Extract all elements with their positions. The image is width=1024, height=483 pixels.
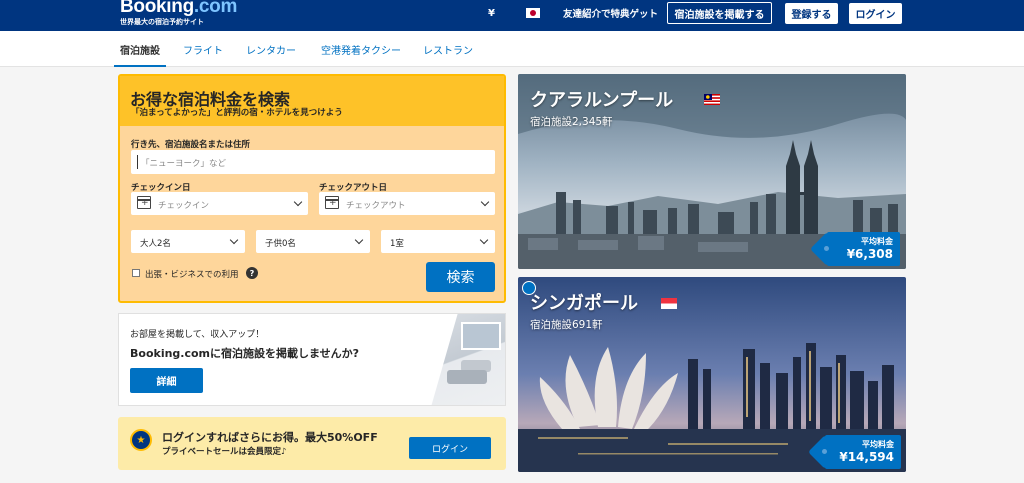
checkin-placeholder: チェックイン [158, 201, 210, 211]
destination-placeholder: 「ニューヨーク」など [141, 159, 227, 169]
rooms-value: 1室 [390, 239, 404, 249]
referral-link[interactable]: 友達紹介で特典ゲット [563, 6, 658, 20]
list-property-promo: お部屋を掲載して、収入アップ！ Booking.comに宿泊施設を掲載しませんか… [118, 313, 506, 406]
product-nav: 宿泊施設 フライト レンタカー 空港発着タクシー レストラン [0, 31, 1024, 67]
tab-car-rental[interactable]: レンタカー [246, 42, 296, 57]
destination-card-singapore[interactable]: シンガポール 宿泊施設691軒 平均料金 ¥14,594 [518, 277, 906, 472]
adults-select[interactable]: 大人2名 [131, 230, 245, 253]
sofa-shape [447, 370, 487, 384]
checkin-field[interactable]: チェックイン [131, 192, 308, 215]
destination-input[interactable]: 「ニューヨーク」など [131, 150, 495, 174]
genius-icon: ★ [130, 429, 152, 451]
genius-login-button[interactable]: ログイン [409, 437, 491, 459]
promo-line1: お部屋を掲載して、収入アップ！ [130, 330, 265, 340]
adults-value: 大人2名 [140, 239, 171, 249]
language-flag-icon[interactable] [526, 8, 540, 18]
details-button[interactable]: 詳細 [130, 368, 203, 393]
list-property-button[interactable]: 宿泊施設を掲載する [667, 2, 772, 24]
register-button[interactable]: 登録する [785, 3, 838, 24]
destination-label: 行き先、宿泊施設名または住所 [131, 140, 251, 150]
genius-banner: ★ ログインすればさらにお得。最大50%OFF プライベートセールは会員限定♪ … [118, 417, 506, 470]
currency-selector[interactable]: ¥ [488, 8, 495, 19]
tag-hole [822, 449, 827, 454]
price-tag: 平均料金 ¥6,308 [824, 232, 900, 266]
price-label: 平均料金 [862, 440, 894, 449]
checkout-field[interactable]: チェックアウト [319, 192, 495, 215]
city-name: クアラルンプール [530, 90, 674, 111]
genius-subtitle: プライベートセールは会員限定♪ [162, 447, 287, 457]
business-label: 出張・ビジネスでの利用 [145, 270, 239, 280]
search-subtitle: 「泊まってよかった」と評判の宿・ホテルを見つけよう [131, 108, 343, 118]
booking-logo[interactable]: Booking.com [120, 0, 237, 18]
tag-hole [824, 246, 829, 251]
rooms-select[interactable]: 1室 [381, 230, 495, 253]
room-image [431, 314, 505, 405]
chevron-down-icon [480, 197, 490, 207]
city-name: シンガポール [530, 293, 638, 314]
price-tag: 平均料金 ¥14,594 [822, 435, 901, 469]
chevron-down-icon [229, 235, 239, 245]
malaysia-flag-icon [704, 94, 720, 105]
price-label: 平均料金 [861, 237, 893, 246]
chevron-down-icon [293, 197, 303, 207]
top-bar: Booking.com 世界最大の宿泊予約サイト ¥ 友達紹介で特典ゲット 宿泊… [0, 0, 1024, 31]
tab-restaurants[interactable]: レストラン [423, 42, 473, 57]
property-count: 宿泊施設691軒 [530, 319, 603, 331]
tab-flights[interactable]: フライト [183, 42, 223, 57]
checkout-placeholder: チェックアウト [346, 201, 406, 211]
chevron-down-icon [479, 235, 489, 245]
price-value: ¥14,594 [839, 450, 894, 464]
login-button[interactable]: ログイン [849, 3, 902, 24]
price-value: ¥6,308 [846, 247, 893, 261]
tab-airport-taxi[interactable]: 空港発着タクシー [321, 42, 401, 57]
genius-title: ログインすればさらにお得。最大50%OFF [162, 431, 378, 444]
search-panel: お得な宿泊料金を検索 「泊まってよかった」と評判の宿・ホテルを見つけよう 行き先… [118, 74, 506, 303]
children-select[interactable]: 子供0名 [256, 230, 370, 253]
destination-card-kuala-lumpur[interactable]: クアラルンプール 宿泊施設2,345軒 平均料金 ¥6,308 [518, 74, 906, 269]
business-checkbox[interactable] [132, 269, 140, 277]
tagline: 世界最大の宿泊予約サイト [120, 18, 204, 26]
singapore-flag-icon [661, 298, 677, 309]
children-value: 子供0名 [265, 239, 296, 249]
help-icon[interactable]: ? [246, 267, 258, 279]
property-count: 宿泊施設2,345軒 [530, 116, 613, 128]
text-cursor [137, 155, 138, 169]
chevron-down-icon [354, 235, 364, 245]
calendar-icon [137, 196, 151, 209]
search-button[interactable]: 検索 [426, 262, 495, 292]
tab-stays[interactable]: 宿泊施設 [114, 42, 166, 67]
window-shape [461, 322, 501, 350]
promo-line2: Booking.comに宿泊施設を掲載しませんか? [130, 347, 360, 360]
calendar-icon [325, 196, 339, 209]
